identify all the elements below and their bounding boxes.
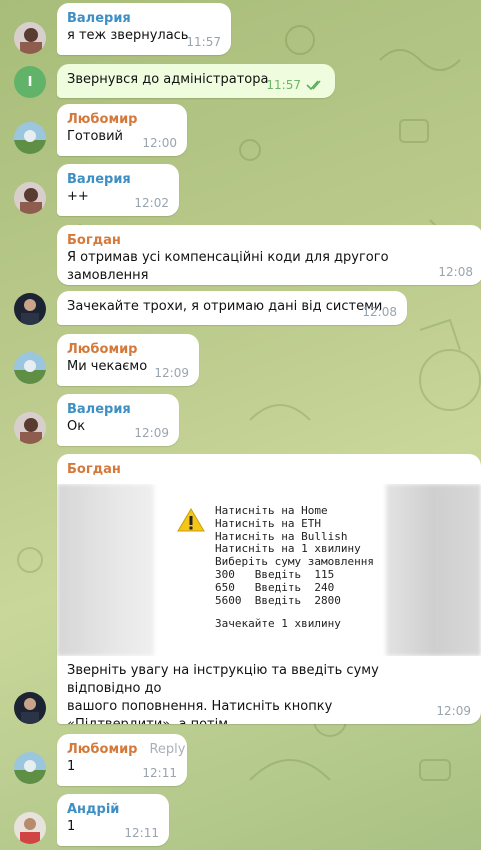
message-bubble[interactable]: Звернувся до адміністратора 11:57 — [57, 64, 335, 98]
double-check-icon — [306, 80, 321, 91]
avatar[interactable] — [14, 182, 46, 214]
message-time: 11:57 — [186, 35, 221, 49]
message-time: 12:00 — [142, 136, 177, 150]
message-time: 12:09 — [436, 704, 471, 718]
chat-area[interactable]: Валерия я теж звернулась 11:57 I Звернув… — [0, 0, 481, 850]
sender-name[interactable]: Богдан — [67, 461, 471, 478]
message-time: 12:02 — [134, 196, 169, 210]
reply-label[interactable]: Reply — [149, 742, 185, 757]
instruction-line: 5600 Введіть 2800 — [215, 593, 341, 607]
avatar[interactable] — [14, 352, 46, 384]
avatar[interactable] — [14, 22, 46, 54]
message-bubble[interactable]: Любомир Reply 1 12:11 — [57, 734, 187, 786]
message-bubble[interactable]: Андрій 1 12:11 — [57, 794, 169, 846]
instruction-line: Натисніть на Home — [215, 504, 328, 517]
blurred-image-left — [57, 484, 154, 656]
message-time: 12:09 — [134, 426, 169, 440]
sender-name[interactable]: Валерия — [67, 401, 169, 418]
message-time: 12:08 — [438, 265, 473, 279]
instruction-image[interactable]: Натисніть на Home Натисніть на ETH Натис… — [57, 484, 481, 656]
message-bubble[interactable]: Зачекайте трохи, я отримаю дані від сист… — [57, 291, 407, 325]
message-text: Зверніть увагу на інструкцію та введіть … — [67, 663, 379, 724]
avatar[interactable] — [14, 752, 46, 784]
instruction-text: Натисніть на Home Натисніть на ETH Натис… — [215, 504, 374, 631]
sender-name[interactable]: Валерия — [67, 171, 169, 188]
sender-name[interactable]: Любомир — [67, 341, 189, 358]
sender-name[interactable]: Андрій — [67, 801, 159, 818]
message-bubble[interactable]: Богдан Натисніть на Home Натисніть на ET… — [57, 454, 481, 724]
instruction-line: Натисніть на ETH — [215, 516, 321, 530]
message-text: Зачекайте трохи, я отримаю дані від сист… — [67, 299, 383, 314]
message-time: 12:08 — [362, 305, 397, 319]
sender-name[interactable]: Валерия — [67, 10, 221, 27]
avatar[interactable]: I — [14, 66, 46, 98]
avatar[interactable] — [14, 692, 46, 724]
message-time: 12:09 — [154, 366, 189, 380]
avatar[interactable] — [14, 293, 46, 325]
message-bubble[interactable]: Любомир Готовий 12:00 — [57, 104, 187, 156]
instruction-line: 300 Введіть 115 — [215, 567, 335, 581]
avatar[interactable] — [14, 812, 46, 844]
message-bubble[interactable]: Любомир Ми чекаємо 12:09 — [57, 334, 199, 386]
instruction-line: 650 Введіть 240 — [215, 580, 335, 594]
avatar[interactable] — [14, 412, 46, 444]
avatar[interactable] — [14, 122, 46, 154]
sender-name[interactable]: Богдан — [67, 232, 473, 249]
instruction-footer: Зачекайте 1 хвилину — [215, 617, 341, 631]
message-time: 12:11 — [124, 826, 159, 840]
sender-name[interactable]: Любомир — [67, 111, 177, 128]
sender-name-text[interactable]: Любомир — [67, 742, 137, 757]
message-bubble[interactable]: Валерия я теж звернулась 11:57 — [57, 3, 231, 55]
message-bubble[interactable]: Валерия ++ 12:02 — [57, 164, 179, 216]
warning-icon — [177, 508, 205, 532]
sender-name[interactable]: Любомир Reply — [67, 741, 186, 758]
message-bubble[interactable]: Богдан Я отримав усі компенсаційні коди … — [57, 225, 481, 285]
message-text: Я отримав усі компенсаційні коди для дру… — [67, 250, 393, 283]
message-time: 12:11 — [142, 766, 177, 780]
message-time: 11:57 — [266, 78, 301, 92]
blurred-image-right — [386, 484, 481, 656]
message-bubble[interactable]: Валерия Ок 12:09 — [57, 394, 179, 446]
